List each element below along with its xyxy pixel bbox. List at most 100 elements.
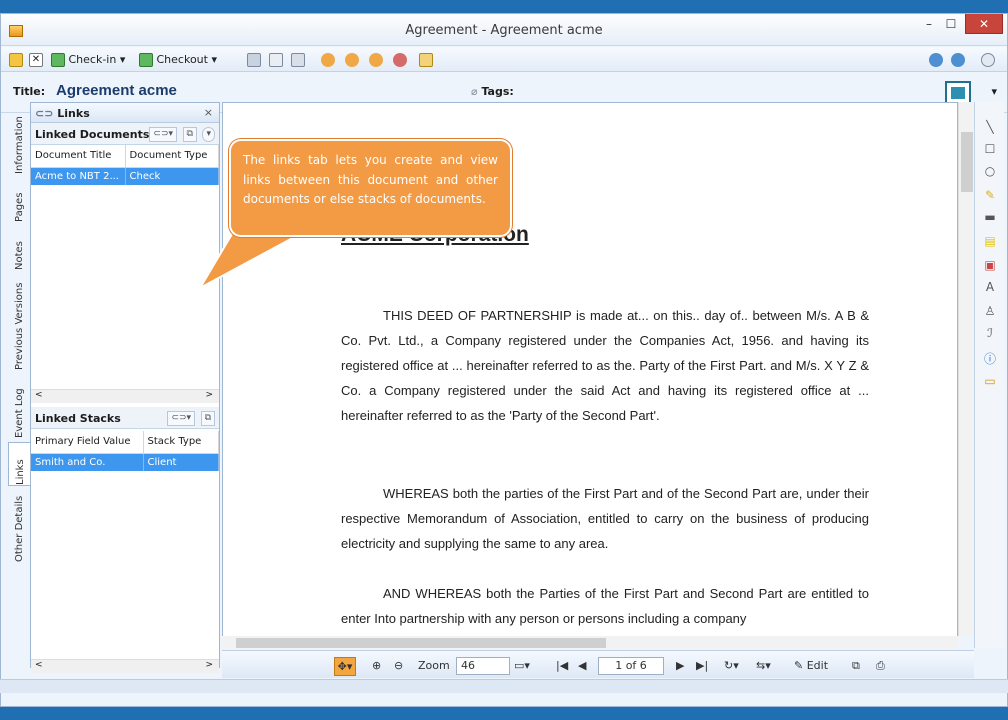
zoom-label: Zoom (418, 659, 450, 672)
column-stack-type[interactable]: Stack Type (143, 431, 219, 454)
stack-type-cell[interactable]: Client (143, 453, 219, 471)
scroll-left-icon[interactable]: < (35, 660, 43, 670)
tags-label: Tags: (481, 85, 514, 98)
add-stack-link-icon[interactable]: ⊂⊃▾ (167, 411, 196, 426)
user-remove-icon[interactable] (369, 51, 383, 68)
links-panel: ⊂⊃ Links × Linked Documents ⊂⊃▾ ⧉ ▾ Docu… (30, 102, 220, 673)
edit-button[interactable]: ✎ Edit (794, 657, 828, 674)
tab-links[interactable]: Links (8, 442, 30, 486)
document-title-cell[interactable]: Acme to NBT 2... (31, 167, 126, 185)
chevron-down-icon[interactable]: ▾ (120, 53, 126, 66)
signature-tool-icon[interactable]: ℐ (982, 326, 998, 340)
pencil-icon: ✎ (794, 659, 807, 672)
flip-icon[interactable]: ⇆▾ (756, 657, 771, 674)
stamp-tool-icon[interactable]: ▣ (982, 258, 998, 272)
expand-icon[interactable]: ▾ (202, 127, 215, 142)
fit-width-icon[interactable]: ▭▾ (514, 657, 530, 674)
text-tool-icon[interactable]: A (982, 280, 998, 294)
document-type-cell[interactable]: Check (125, 167, 219, 185)
help-icon[interactable] (981, 51, 995, 68)
save-icon[interactable] (9, 51, 23, 68)
checkin-label: Check-in (68, 53, 117, 66)
tab-previous-versions[interactable]: Previous Versions (8, 274, 30, 370)
scroll-right-icon[interactable]: > (205, 660, 213, 670)
tab-other-details[interactable]: Other Details (8, 490, 30, 562)
table-row[interactable]: Acme to NBT 2... Check (31, 167, 219, 185)
linked-stacks-header: Linked Stacks ⊂⊃▾ ⧉ (31, 407, 219, 429)
linked-stacks-scrollbar[interactable]: < > (31, 659, 219, 673)
zoom-select[interactable]: 46 (456, 657, 510, 675)
rectangle-tool-icon[interactable]: ☐ (982, 142, 998, 156)
last-page-icon[interactable]: ▶| (696, 657, 708, 674)
highlighter-tool-icon[interactable]: ✎ (982, 188, 998, 202)
ellipse-tool-icon[interactable]: ○ (982, 164, 998, 178)
title-value[interactable]: Agreement acme (56, 82, 177, 99)
line-tool-icon[interactable]: ╲ (982, 120, 998, 134)
document-horizontal-scrollbar[interactable] (222, 636, 958, 650)
tags-field[interactable]: ⌀ Tags: (471, 85, 514, 98)
pan-tool-icon[interactable]: ✥▾ (334, 657, 356, 676)
add-link-icon[interactable]: ⊂⊃▾ (149, 127, 178, 142)
unlink-stack-icon[interactable]: ⧉ (200, 411, 215, 426)
main-toolbar: ✕ Check-in ▾ Checkout ▾ (1, 47, 1007, 72)
linked-documents-scrollbar[interactable]: < > (31, 389, 219, 403)
email-icon[interactable] (269, 51, 283, 68)
page-display[interactable]: 1 of 6 (598, 657, 664, 675)
forward-icon[interactable] (951, 51, 965, 68)
scroll-left-icon[interactable]: < (35, 390, 43, 400)
first-page-icon[interactable]: |◀ (556, 657, 568, 674)
checkout-button[interactable]: Checkout ▾ (139, 51, 217, 68)
chevron-down-icon[interactable]: ▾ (991, 85, 997, 98)
column-document-type[interactable]: Document Type (125, 145, 219, 168)
status-bar (0, 679, 1008, 693)
scroll-thumb[interactable] (236, 638, 606, 648)
close-panel-icon[interactable]: × (204, 106, 213, 119)
scan-icon[interactable] (291, 51, 305, 68)
user-add-icon[interactable] (345, 51, 359, 68)
back-icon[interactable] (929, 51, 943, 68)
column-primary-field-value[interactable]: Primary Field Value (31, 431, 144, 454)
zoom-value[interactable]: 46 (456, 657, 510, 675)
linked-documents-table: Document Title Document Type Acme to NBT… (31, 145, 219, 185)
viewer-navigation-bar: ✥▾ ⊕ ⊖ Zoom 46 ▭▾ |◀ ◀ 1 of 6 ▶ ▶| ↻▾ ⇆▾… (222, 650, 974, 678)
column-document-title[interactable]: Document Title (31, 145, 126, 168)
previous-page-icon[interactable]: ◀ (578, 657, 586, 674)
page-number-field[interactable]: 1 of 6 (598, 657, 664, 675)
comment-tool-icon[interactable]: ▭ (982, 374, 998, 388)
document-paragraph: THIS DEED OF PARTNERSHIP is made at... o… (341, 308, 869, 423)
chevron-down-icon[interactable]: ▾ (211, 53, 217, 66)
copy-page-icon[interactable]: ⧉ (852, 657, 860, 674)
tab-event-log[interactable]: Event Log (8, 374, 30, 438)
delete-icon[interactable]: ✕ (29, 51, 43, 68)
user-share-icon[interactable] (321, 51, 335, 68)
info-tool-icon[interactable]: ⓘ (982, 352, 998, 366)
print-icon[interactable] (247, 51, 261, 68)
linked-stacks-table: Primary Field Value Stack Type Smith and… (31, 431, 219, 471)
close-button[interactable]: ✕ (965, 14, 1003, 34)
export-icon[interactable] (419, 51, 433, 68)
scroll-thumb[interactable] (961, 132, 973, 192)
primary-field-value-cell[interactable]: Smith and Co. (31, 453, 144, 471)
tab-pages[interactable]: Pages (8, 178, 30, 222)
checkout-label: Checkout (156, 53, 208, 66)
links-panel-header: ⊂⊃ Links × (31, 103, 219, 123)
table-row[interactable]: Smith and Co. Client (31, 453, 219, 471)
sticky-note-icon[interactable]: ▤ (982, 234, 998, 248)
user-group-icon[interactable] (393, 51, 407, 68)
document-paragraph: AND WHEREAS both the Parties of the Firs… (341, 586, 869, 626)
maximize-button[interactable]: ☐ (937, 14, 965, 34)
next-page-icon[interactable]: ▶ (676, 657, 684, 674)
tab-information[interactable]: Information (8, 104, 30, 174)
checkin-button[interactable]: Check-in ▾ (51, 51, 125, 68)
print-page-icon[interactable]: ⎙ (876, 657, 885, 674)
rotate-icon[interactable]: ↻▾ (724, 657, 739, 674)
scroll-right-icon[interactable]: > (205, 390, 213, 400)
zoom-out-icon[interactable]: ⊖ (394, 657, 403, 674)
rubber-stamp-icon[interactable]: ♙ (982, 304, 998, 318)
unlink-icon[interactable]: ⧉ (182, 127, 197, 142)
linked-documents-header: Linked Documents ⊂⊃▾ ⧉ ▾ (31, 123, 219, 145)
zoom-in-icon[interactable]: ⊕ (372, 657, 381, 674)
tab-notes[interactable]: Notes (8, 226, 30, 270)
document-vertical-scrollbar[interactable] (958, 102, 974, 636)
redact-tool-icon[interactable]: ▬ (982, 210, 998, 224)
